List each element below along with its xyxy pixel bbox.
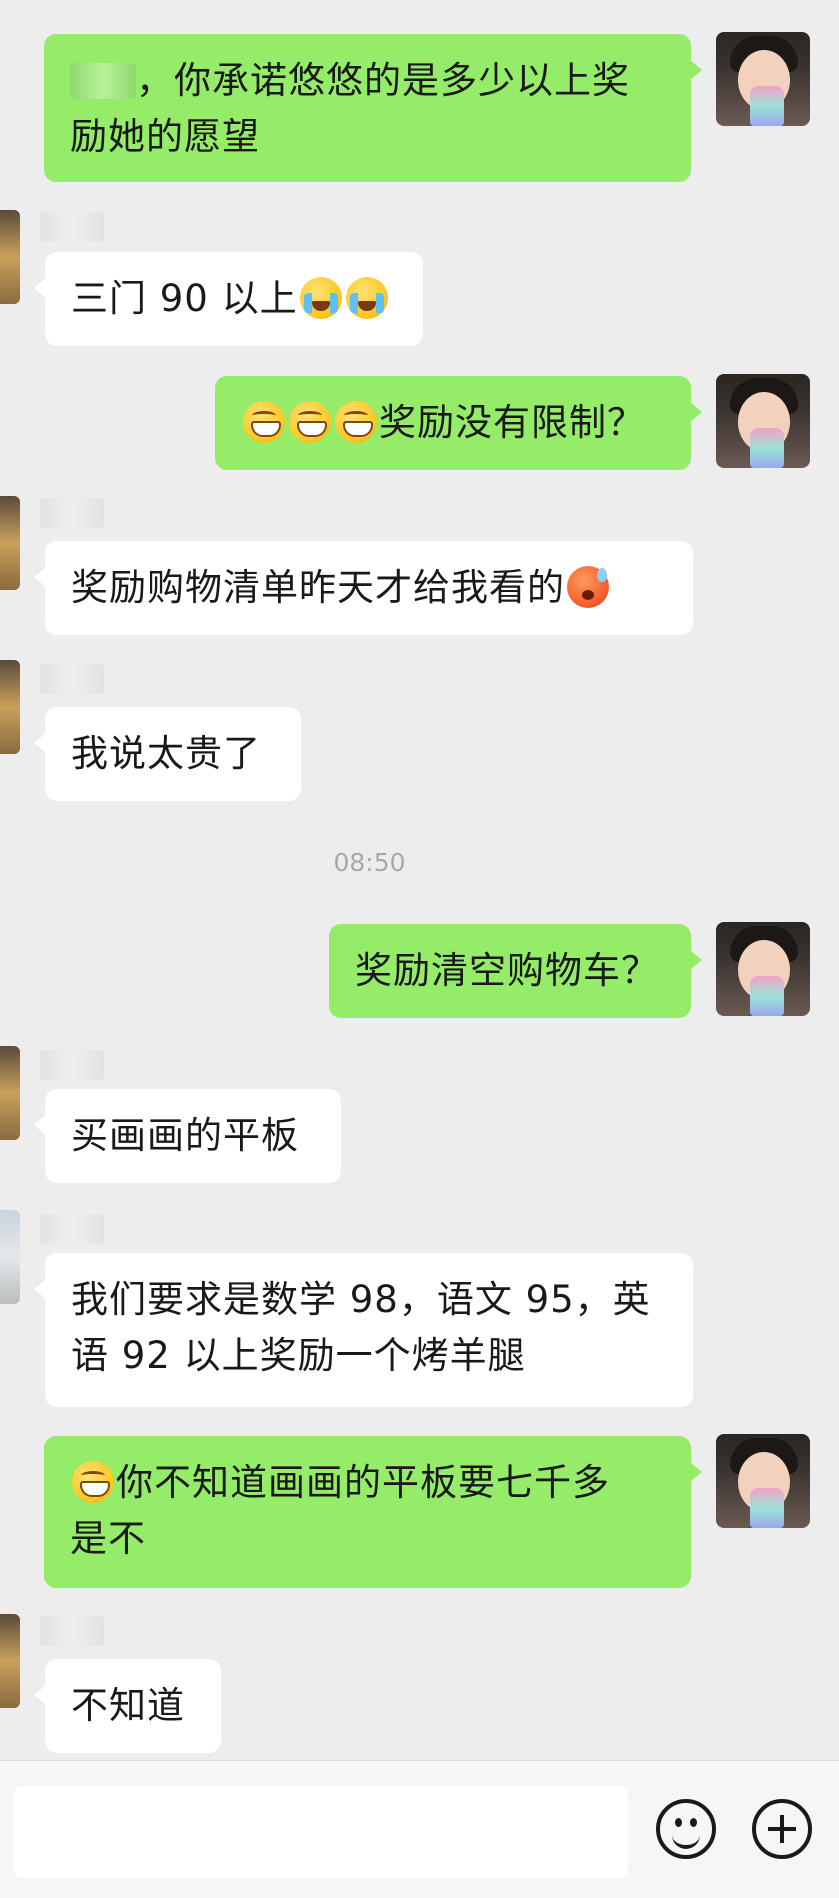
message-text: 你不知道画画的平板要七千多	[116, 1461, 610, 1504]
grin-icon	[72, 1461, 114, 1503]
message-bubble-theirs[interactable]: 买画画的平板	[34, 1089, 341, 1183]
contact-avatar[interactable]	[0, 1210, 20, 1304]
message-text: 是不	[70, 1517, 146, 1560]
cry-laugh-icon	[345, 277, 388, 319]
smiley-face-icon[interactable]	[656, 1799, 716, 1859]
message-composer	[0, 1760, 839, 1898]
cry-laugh-icon	[299, 277, 342, 319]
contact-name-redacted	[40, 1616, 104, 1646]
grin-icon	[243, 401, 285, 443]
message-text: 奖励没有限制？	[379, 401, 645, 444]
contact-avatar[interactable]	[0, 1046, 20, 1140]
message-text: 我们要求是数学 98，语文 95，英	[71, 1278, 651, 1321]
contact-avatar[interactable]	[0, 210, 20, 304]
plus-circle-icon[interactable]	[752, 1799, 812, 1859]
my-avatar[interactable]	[716, 32, 810, 126]
message-text: 奖励清空购物车？	[355, 949, 659, 992]
message-text: 买画画的平板	[71, 1114, 299, 1157]
message-input[interactable]	[14, 1786, 628, 1878]
message-text: 奖励购物清单昨天才给我看的	[71, 566, 565, 609]
message-bubble-mine[interactable]: ，你承诺悠悠的是多少以上奖 励她的愿望	[44, 34, 702, 182]
message-bubble-mine[interactable]: 奖励清空购物车？	[329, 924, 702, 1018]
my-avatar[interactable]	[716, 922, 810, 1016]
contact-name-redacted	[40, 664, 104, 694]
flushed-sweat-icon	[567, 566, 609, 608]
chat-history[interactable]: ，你承诺悠悠的是多少以上奖 励她的愿望 三门 90 以上 奖励没有限制？ 奖励购…	[0, 0, 839, 1760]
message-text: 语 92 以上奖励一个烤羊腿	[71, 1334, 526, 1377]
message-text: 励她的愿望	[70, 115, 260, 158]
my-avatar[interactable]	[716, 374, 810, 468]
message-text: 我说太贵了	[71, 732, 261, 775]
message-bubble-theirs[interactable]: 我们要求是数学 98，语文 95，英 语 92 以上奖励一个烤羊腿	[34, 1253, 693, 1407]
message-bubble-theirs[interactable]: 不知道	[34, 1659, 221, 1753]
chat-timestamp: 08:50	[333, 848, 406, 877]
message-bubble-theirs[interactable]: 奖励购物清单昨天才给我看的	[34, 541, 693, 635]
contact-name-redacted	[40, 1050, 104, 1080]
message-bubble-mine[interactable]: 奖励没有限制？	[215, 376, 702, 470]
contact-avatar[interactable]	[0, 660, 20, 754]
message-text: ，你承诺悠悠的是多少以上奖	[136, 59, 630, 102]
grin-icon	[335, 401, 377, 443]
redacted-name	[70, 63, 136, 99]
contact-name-redacted	[40, 1214, 104, 1244]
contact-avatar[interactable]	[0, 496, 20, 590]
message-text: 三门 90 以上	[71, 277, 298, 320]
message-bubble-theirs[interactable]: 三门 90 以上	[34, 252, 423, 346]
my-avatar[interactable]	[716, 1434, 810, 1528]
grin-icon	[289, 401, 331, 443]
message-bubble-theirs[interactable]: 我说太贵了	[34, 707, 301, 801]
contact-name-redacted	[40, 212, 104, 242]
contact-avatar[interactable]	[0, 1614, 20, 1708]
message-text: 不知道	[71, 1684, 185, 1727]
contact-name-redacted	[40, 498, 104, 528]
message-bubble-mine[interactable]: 你不知道画画的平板要七千多 是不	[44, 1436, 702, 1588]
